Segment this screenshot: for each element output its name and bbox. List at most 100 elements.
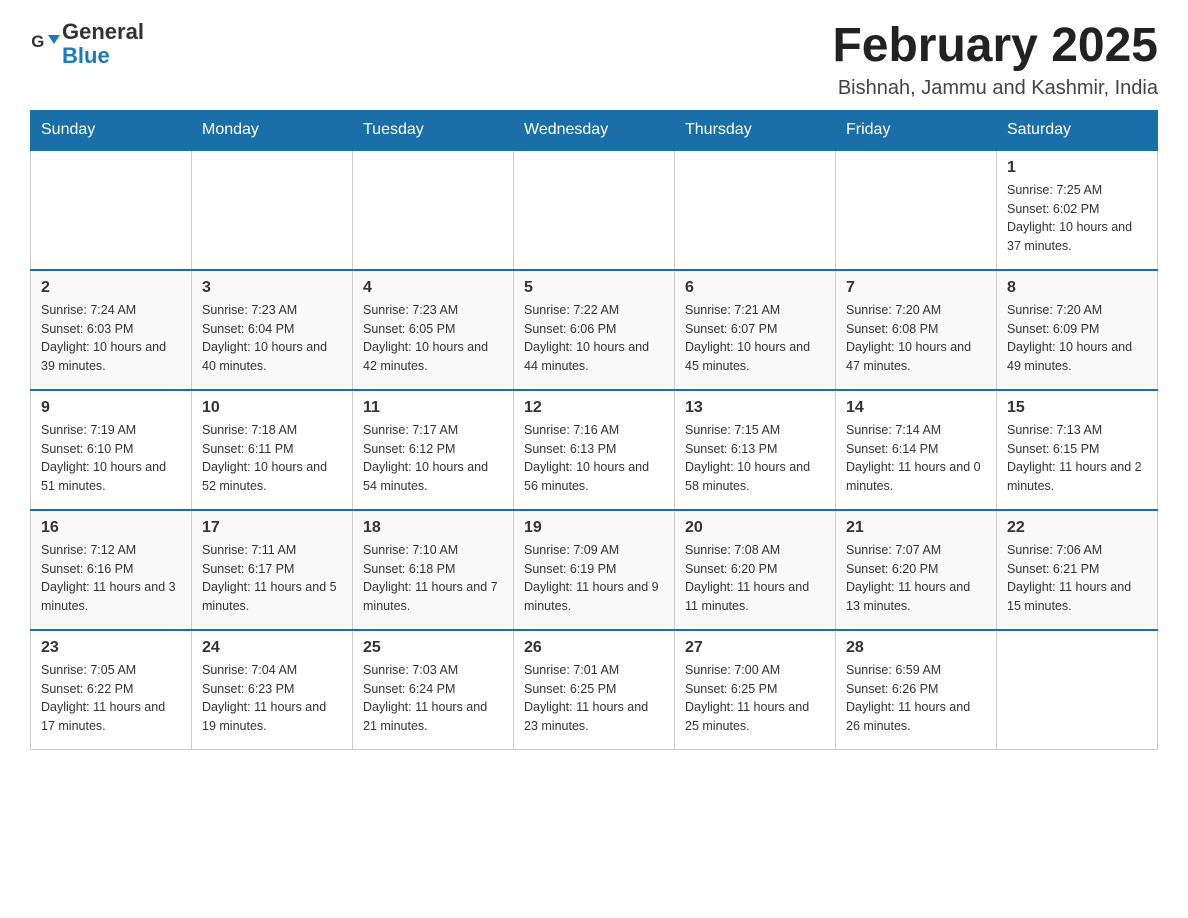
day-info: Sunrise: 7:03 AMSunset: 6:24 PMDaylight:… xyxy=(363,661,503,736)
page-header: G GeneralBlue February 2025 Bishnah, Jam… xyxy=(30,20,1158,100)
day-info: Sunrise: 7:21 AMSunset: 6:07 PMDaylight:… xyxy=(685,301,825,376)
calendar-cell: 1Sunrise: 7:25 AMSunset: 6:02 PMDaylight… xyxy=(997,150,1158,270)
calendar-cell: 17 Sunrise: 7:11 AMSunset: 6:17 PMDayligh… xyxy=(192,510,353,630)
svg-text:G: G xyxy=(31,32,44,51)
day-number: 6 xyxy=(685,279,825,297)
day-info: Sunrise: 7:07 AMSunset: 6:20 PMDaylight:… xyxy=(846,541,986,616)
day-info: Sunrise: 7:05 AMSunset: 6:22 PMDaylight:… xyxy=(41,661,181,736)
week-row-3: 9 Sunrise: 7:19 AMSunset: 6:10 PMDaylight… xyxy=(31,390,1158,510)
weekday-thursday: Thursday xyxy=(675,110,836,150)
calendar-cell: 19 Sunrise: 7:09 AMSunset: 6:19 PMDayligh… xyxy=(514,510,675,630)
week-row-5: 23 Sunrise: 7:05 AMSunset: 6:22 PMDayligh… xyxy=(31,630,1158,750)
day-info: Sunrise: 7:11 AMSunset: 6:17 PMDaylight:… xyxy=(202,541,342,616)
day-info: Sunrise: 7:09 AMSunset: 6:19 PMDaylight:… xyxy=(524,541,664,616)
calendar-cell: 12 Sunrise: 7:16 AMSunset: 6:13 PMDayligh… xyxy=(514,390,675,510)
day-info: Sunrise: 7:13 AMSunset: 6:15 PMDaylight:… xyxy=(1007,421,1147,496)
logo-text: GeneralBlue xyxy=(62,20,144,68)
calendar-cell xyxy=(675,150,836,270)
calendar-cell: 24Sunrise: 7:04 AMSunset: 6:23 PMDayligh… xyxy=(192,630,353,750)
day-info: Sunrise: 7:04 AMSunset: 6:23 PMDaylight:… xyxy=(202,661,342,736)
day-number: 4 xyxy=(363,279,503,297)
weekday-sunday: Sunday xyxy=(31,110,192,150)
day-info: Sunrise: 7:16 AMSunset: 6:13 PMDaylight:… xyxy=(524,421,664,496)
weekday-monday: Monday xyxy=(192,110,353,150)
calendar-cell: 27 Sunrise: 7:00 AMSunset: 6:25 PMDayligh… xyxy=(675,630,836,750)
calendar-cell: 26 Sunrise: 7:01 AMSunset: 6:25 PMDayligh… xyxy=(514,630,675,750)
calendar-cell: 23 Sunrise: 7:05 AMSunset: 6:22 PMDayligh… xyxy=(31,630,192,750)
calendar-cell: 16 Sunrise: 7:12 AMSunset: 6:16 PMDayligh… xyxy=(31,510,192,630)
calendar-cell: 10Sunrise: 7:18 AMSunset: 6:11 PMDayligh… xyxy=(192,390,353,510)
calendar-cell: 8 Sunrise: 7:20 AMSunset: 6:09 PMDaylight… xyxy=(997,270,1158,390)
day-number: 21 xyxy=(846,519,986,537)
day-number: 17 xyxy=(202,519,342,537)
day-number: 14 xyxy=(846,399,986,417)
day-number: 16 xyxy=(41,519,181,537)
day-number: 12 xyxy=(524,399,664,417)
day-info: Sunrise: 7:15 AMSunset: 6:13 PMDaylight:… xyxy=(685,421,825,496)
title-block: February 2025 Bishnah, Jammu and Kashmir… xyxy=(832,20,1158,100)
calendar-cell: 20Sunrise: 7:08 AMSunset: 6:20 PMDayligh… xyxy=(675,510,836,630)
calendar-cell xyxy=(997,630,1158,750)
day-info: Sunrise: 6:59 AMSunset: 6:26 PMDaylight:… xyxy=(846,661,986,736)
day-number: 18 xyxy=(363,519,503,537)
calendar-cell xyxy=(836,150,997,270)
day-number: 11 xyxy=(363,399,503,417)
day-number: 26 xyxy=(524,639,664,657)
calendar-cell: 11Sunrise: 7:17 AMSunset: 6:12 PMDayligh… xyxy=(353,390,514,510)
logo: G GeneralBlue xyxy=(30,20,144,68)
calendar-cell xyxy=(192,150,353,270)
day-number: 3 xyxy=(202,279,342,297)
calendar-cell: 28 Sunrise: 6:59 AMSunset: 6:26 PMDayligh… xyxy=(836,630,997,750)
calendar-cell: 7 Sunrise: 7:20 AMSunset: 6:08 PMDaylight… xyxy=(836,270,997,390)
week-row-4: 16 Sunrise: 7:12 AMSunset: 6:16 PMDayligh… xyxy=(31,510,1158,630)
day-info: Sunrise: 7:18 AMSunset: 6:11 PMDaylight:… xyxy=(202,421,342,496)
calendar-cell: 6 Sunrise: 7:21 AMSunset: 6:07 PMDaylight… xyxy=(675,270,836,390)
day-info: Sunrise: 7:20 AMSunset: 6:08 PMDaylight:… xyxy=(846,301,986,376)
day-info: Sunrise: 7:23 AMSunset: 6:05 PMDaylight:… xyxy=(363,301,503,376)
day-number: 19 xyxy=(524,519,664,537)
calendar-cell: 14 Sunrise: 7:14 AMSunset: 6:14 PMDayligh… xyxy=(836,390,997,510)
day-info: Sunrise: 7:19 AMSunset: 6:10 PMDaylight:… xyxy=(41,421,181,496)
day-info: Sunrise: 7:22 AMSunset: 6:06 PMDaylight:… xyxy=(524,301,664,376)
day-number: 9 xyxy=(41,399,181,417)
day-number: 23 xyxy=(41,639,181,657)
week-row-1: 1Sunrise: 7:25 AMSunset: 6:02 PMDaylight… xyxy=(31,150,1158,270)
day-info: Sunrise: 7:14 AMSunset: 6:14 PMDaylight:… xyxy=(846,421,986,496)
day-info: Sunrise: 7:24 AMSunset: 6:03 PMDaylight:… xyxy=(41,301,181,376)
logo-icon: G xyxy=(30,29,60,59)
calendar-table: SundayMondayTuesdayWednesdayThursdayFrid… xyxy=(30,110,1158,751)
calendar-cell xyxy=(31,150,192,270)
calendar-cell: 15 Sunrise: 7:13 AMSunset: 6:15 PMDayligh… xyxy=(997,390,1158,510)
calendar-title: February 2025 xyxy=(832,20,1158,73)
day-number: 27 xyxy=(685,639,825,657)
weekday-header-row: SundayMondayTuesdayWednesdayThursdayFrid… xyxy=(31,110,1158,150)
day-number: 28 xyxy=(846,639,986,657)
day-info: Sunrise: 7:06 AMSunset: 6:21 PMDaylight:… xyxy=(1007,541,1147,616)
day-number: 2 xyxy=(41,279,181,297)
day-info: Sunrise: 7:00 AMSunset: 6:25 PMDaylight:… xyxy=(685,661,825,736)
calendar-subtitle: Bishnah, Jammu and Kashmir, India xyxy=(832,77,1158,100)
day-number: 7 xyxy=(846,279,986,297)
weekday-tuesday: Tuesday xyxy=(353,110,514,150)
calendar-cell: 2 Sunrise: 7:24 AMSunset: 6:03 PMDaylight… xyxy=(31,270,192,390)
day-number: 8 xyxy=(1007,279,1147,297)
day-info: Sunrise: 7:25 AMSunset: 6:02 PMDaylight:… xyxy=(1007,181,1147,256)
day-info: Sunrise: 7:23 AMSunset: 6:04 PMDaylight:… xyxy=(202,301,342,376)
day-info: Sunrise: 7:08 AMSunset: 6:20 PMDaylight:… xyxy=(685,541,825,616)
weekday-wednesday: Wednesday xyxy=(514,110,675,150)
day-info: Sunrise: 7:12 AMSunset: 6:16 PMDaylight:… xyxy=(41,541,181,616)
day-info: Sunrise: 7:20 AMSunset: 6:09 PMDaylight:… xyxy=(1007,301,1147,376)
day-info: Sunrise: 7:01 AMSunset: 6:25 PMDaylight:… xyxy=(524,661,664,736)
weekday-saturday: Saturday xyxy=(997,110,1158,150)
calendar-cell xyxy=(514,150,675,270)
day-number: 13 xyxy=(685,399,825,417)
calendar-cell: 18Sunrise: 7:10 AMSunset: 6:18 PMDayligh… xyxy=(353,510,514,630)
calendar-cell: 13 Sunrise: 7:15 AMSunset: 6:13 PMDayligh… xyxy=(675,390,836,510)
day-number: 25 xyxy=(363,639,503,657)
calendar-cell: 25 Sunrise: 7:03 AMSunset: 6:24 PMDayligh… xyxy=(353,630,514,750)
calendar-cell: 4 Sunrise: 7:23 AMSunset: 6:05 PMDaylight… xyxy=(353,270,514,390)
day-number: 15 xyxy=(1007,399,1147,417)
day-number: 22 xyxy=(1007,519,1147,537)
weekday-friday: Friday xyxy=(836,110,997,150)
calendar-cell: 21 Sunrise: 7:07 AMSunset: 6:20 PMDayligh… xyxy=(836,510,997,630)
